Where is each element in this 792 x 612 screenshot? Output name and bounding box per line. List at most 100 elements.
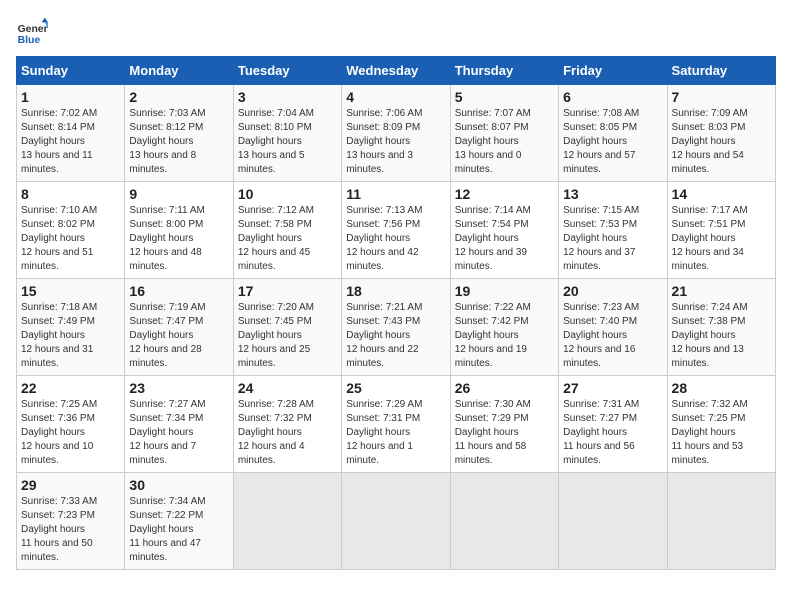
day-info: Sunrise: 7:30 AM Sunset: 7:29 PM Dayligh… — [455, 398, 554, 468]
svg-text:Blue: Blue — [18, 35, 41, 46]
day-info: Sunrise: 7:33 AM Sunset: 7:23 PM Dayligh… — [21, 495, 120, 565]
calendar-week-row: 22 Sunrise: 7:25 AM Sunset: 7:36 PM Dayl… — [17, 376, 776, 473]
day-info: Sunrise: 7:15 AM Sunset: 7:53 PM Dayligh… — [563, 204, 662, 274]
day-info: Sunrise: 7:31 AM Sunset: 7:27 PM Dayligh… — [563, 398, 662, 468]
calendar-cell: 23 Sunrise: 7:27 AM Sunset: 7:34 PM Dayl… — [125, 376, 233, 473]
calendar-cell — [667, 473, 775, 570]
calendar-week-row: 1 Sunrise: 7:02 AM Sunset: 8:14 PM Dayli… — [17, 85, 776, 182]
day-info: Sunrise: 7:34 AM Sunset: 7:22 PM Dayligh… — [129, 495, 228, 565]
calendar-cell: 11 Sunrise: 7:13 AM Sunset: 7:56 PM Dayl… — [342, 182, 450, 279]
day-info: Sunrise: 7:17 AM Sunset: 7:51 PM Dayligh… — [672, 204, 771, 274]
calendar-cell: 10 Sunrise: 7:12 AM Sunset: 7:58 PM Dayl… — [233, 182, 341, 279]
calendar-week-row: 29 Sunrise: 7:33 AM Sunset: 7:23 PM Dayl… — [17, 473, 776, 570]
day-number: 12 — [455, 186, 554, 202]
calendar-cell: 22 Sunrise: 7:25 AM Sunset: 7:36 PM Dayl… — [17, 376, 125, 473]
calendar-cell: 12 Sunrise: 7:14 AM Sunset: 7:54 PM Dayl… — [450, 182, 558, 279]
day-info: Sunrise: 7:32 AM Sunset: 7:25 PM Dayligh… — [672, 398, 771, 468]
day-info: Sunrise: 7:27 AM Sunset: 7:34 PM Dayligh… — [129, 398, 228, 468]
day-number: 3 — [238, 89, 337, 105]
day-number: 15 — [21, 283, 120, 299]
day-number: 19 — [455, 283, 554, 299]
day-info: Sunrise: 7:28 AM Sunset: 7:32 PM Dayligh… — [238, 398, 337, 468]
day-number: 4 — [346, 89, 445, 105]
day-number: 14 — [672, 186, 771, 202]
calendar-cell: 17 Sunrise: 7:20 AM Sunset: 7:45 PM Dayl… — [233, 279, 341, 376]
day-number: 6 — [563, 89, 662, 105]
calendar-cell — [342, 473, 450, 570]
logo: General Blue — [16, 16, 48, 48]
day-number: 10 — [238, 186, 337, 202]
day-number: 1 — [21, 89, 120, 105]
page-header: General Blue — [16, 16, 776, 48]
day-number: 24 — [238, 380, 337, 396]
day-info: Sunrise: 7:19 AM Sunset: 7:47 PM Dayligh… — [129, 301, 228, 371]
day-info: Sunrise: 7:08 AM Sunset: 8:05 PM Dayligh… — [563, 107, 662, 177]
day-info: Sunrise: 7:22 AM Sunset: 7:42 PM Dayligh… — [455, 301, 554, 371]
calendar-cell: 26 Sunrise: 7:30 AM Sunset: 7:29 PM Dayl… — [450, 376, 558, 473]
day-number: 18 — [346, 283, 445, 299]
day-number: 22 — [21, 380, 120, 396]
header-friday: Friday — [559, 57, 667, 85]
day-info: Sunrise: 7:07 AM Sunset: 8:07 PM Dayligh… — [455, 107, 554, 177]
calendar-cell: 4 Sunrise: 7:06 AM Sunset: 8:09 PM Dayli… — [342, 85, 450, 182]
day-number: 25 — [346, 380, 445, 396]
weekday-header-row: Sunday Monday Tuesday Wednesday Thursday… — [17, 57, 776, 85]
header-monday: Monday — [125, 57, 233, 85]
day-number: 20 — [563, 283, 662, 299]
calendar-cell: 28 Sunrise: 7:32 AM Sunset: 7:25 PM Dayl… — [667, 376, 775, 473]
calendar-cell: 15 Sunrise: 7:18 AM Sunset: 7:49 PM Dayl… — [17, 279, 125, 376]
day-number: 26 — [455, 380, 554, 396]
day-number: 2 — [129, 89, 228, 105]
header-sunday: Sunday — [17, 57, 125, 85]
calendar-cell: 18 Sunrise: 7:21 AM Sunset: 7:43 PM Dayl… — [342, 279, 450, 376]
day-info: Sunrise: 7:04 AM Sunset: 8:10 PM Dayligh… — [238, 107, 337, 177]
day-info: Sunrise: 7:25 AM Sunset: 7:36 PM Dayligh… — [21, 398, 120, 468]
day-number: 30 — [129, 477, 228, 493]
day-number: 28 — [672, 380, 771, 396]
calendar-cell: 30 Sunrise: 7:34 AM Sunset: 7:22 PM Dayl… — [125, 473, 233, 570]
calendar-cell: 1 Sunrise: 7:02 AM Sunset: 8:14 PM Dayli… — [17, 85, 125, 182]
day-number: 7 — [672, 89, 771, 105]
day-number: 5 — [455, 89, 554, 105]
calendar-cell: 6 Sunrise: 7:08 AM Sunset: 8:05 PM Dayli… — [559, 85, 667, 182]
day-info: Sunrise: 7:02 AM Sunset: 8:14 PM Dayligh… — [21, 107, 120, 177]
day-info: Sunrise: 7:20 AM Sunset: 7:45 PM Dayligh… — [238, 301, 337, 371]
calendar-cell: 27 Sunrise: 7:31 AM Sunset: 7:27 PM Dayl… — [559, 376, 667, 473]
calendar-cell — [559, 473, 667, 570]
calendar-table: Sunday Monday Tuesday Wednesday Thursday… — [16, 56, 776, 570]
day-number: 8 — [21, 186, 120, 202]
calendar-cell: 7 Sunrise: 7:09 AM Sunset: 8:03 PM Dayli… — [667, 85, 775, 182]
day-number: 27 — [563, 380, 662, 396]
calendar-cell: 16 Sunrise: 7:19 AM Sunset: 7:47 PM Dayl… — [125, 279, 233, 376]
day-info: Sunrise: 7:14 AM Sunset: 7:54 PM Dayligh… — [455, 204, 554, 274]
calendar-cell: 8 Sunrise: 7:10 AM Sunset: 8:02 PM Dayli… — [17, 182, 125, 279]
calendar-cell: 25 Sunrise: 7:29 AM Sunset: 7:31 PM Dayl… — [342, 376, 450, 473]
day-info: Sunrise: 7:09 AM Sunset: 8:03 PM Dayligh… — [672, 107, 771, 177]
day-number: 23 — [129, 380, 228, 396]
day-info: Sunrise: 7:10 AM Sunset: 8:02 PM Dayligh… — [21, 204, 120, 274]
calendar-cell: 5 Sunrise: 7:07 AM Sunset: 8:07 PM Dayli… — [450, 85, 558, 182]
calendar-cell: 21 Sunrise: 7:24 AM Sunset: 7:38 PM Dayl… — [667, 279, 775, 376]
calendar-week-row: 15 Sunrise: 7:18 AM Sunset: 7:49 PM Dayl… — [17, 279, 776, 376]
calendar-cell — [450, 473, 558, 570]
day-info: Sunrise: 7:11 AM Sunset: 8:00 PM Dayligh… — [129, 204, 228, 274]
day-number: 9 — [129, 186, 228, 202]
day-info: Sunrise: 7:18 AM Sunset: 7:49 PM Dayligh… — [21, 301, 120, 371]
logo-icon: General Blue — [16, 16, 48, 48]
svg-text:General: General — [18, 24, 48, 35]
day-number: 11 — [346, 186, 445, 202]
calendar-cell: 19 Sunrise: 7:22 AM Sunset: 7:42 PM Dayl… — [450, 279, 558, 376]
header-saturday: Saturday — [667, 57, 775, 85]
day-number: 29 — [21, 477, 120, 493]
calendar-cell: 9 Sunrise: 7:11 AM Sunset: 8:00 PM Dayli… — [125, 182, 233, 279]
calendar-cell: 14 Sunrise: 7:17 AM Sunset: 7:51 PM Dayl… — [667, 182, 775, 279]
calendar-week-row: 8 Sunrise: 7:10 AM Sunset: 8:02 PM Dayli… — [17, 182, 776, 279]
header-wednesday: Wednesday — [342, 57, 450, 85]
calendar-cell: 24 Sunrise: 7:28 AM Sunset: 7:32 PM Dayl… — [233, 376, 341, 473]
header-thursday: Thursday — [450, 57, 558, 85]
day-info: Sunrise: 7:06 AM Sunset: 8:09 PM Dayligh… — [346, 107, 445, 177]
day-info: Sunrise: 7:03 AM Sunset: 8:12 PM Dayligh… — [129, 107, 228, 177]
day-info: Sunrise: 7:12 AM Sunset: 7:58 PM Dayligh… — [238, 204, 337, 274]
day-number: 17 — [238, 283, 337, 299]
calendar-cell: 20 Sunrise: 7:23 AM Sunset: 7:40 PM Dayl… — [559, 279, 667, 376]
